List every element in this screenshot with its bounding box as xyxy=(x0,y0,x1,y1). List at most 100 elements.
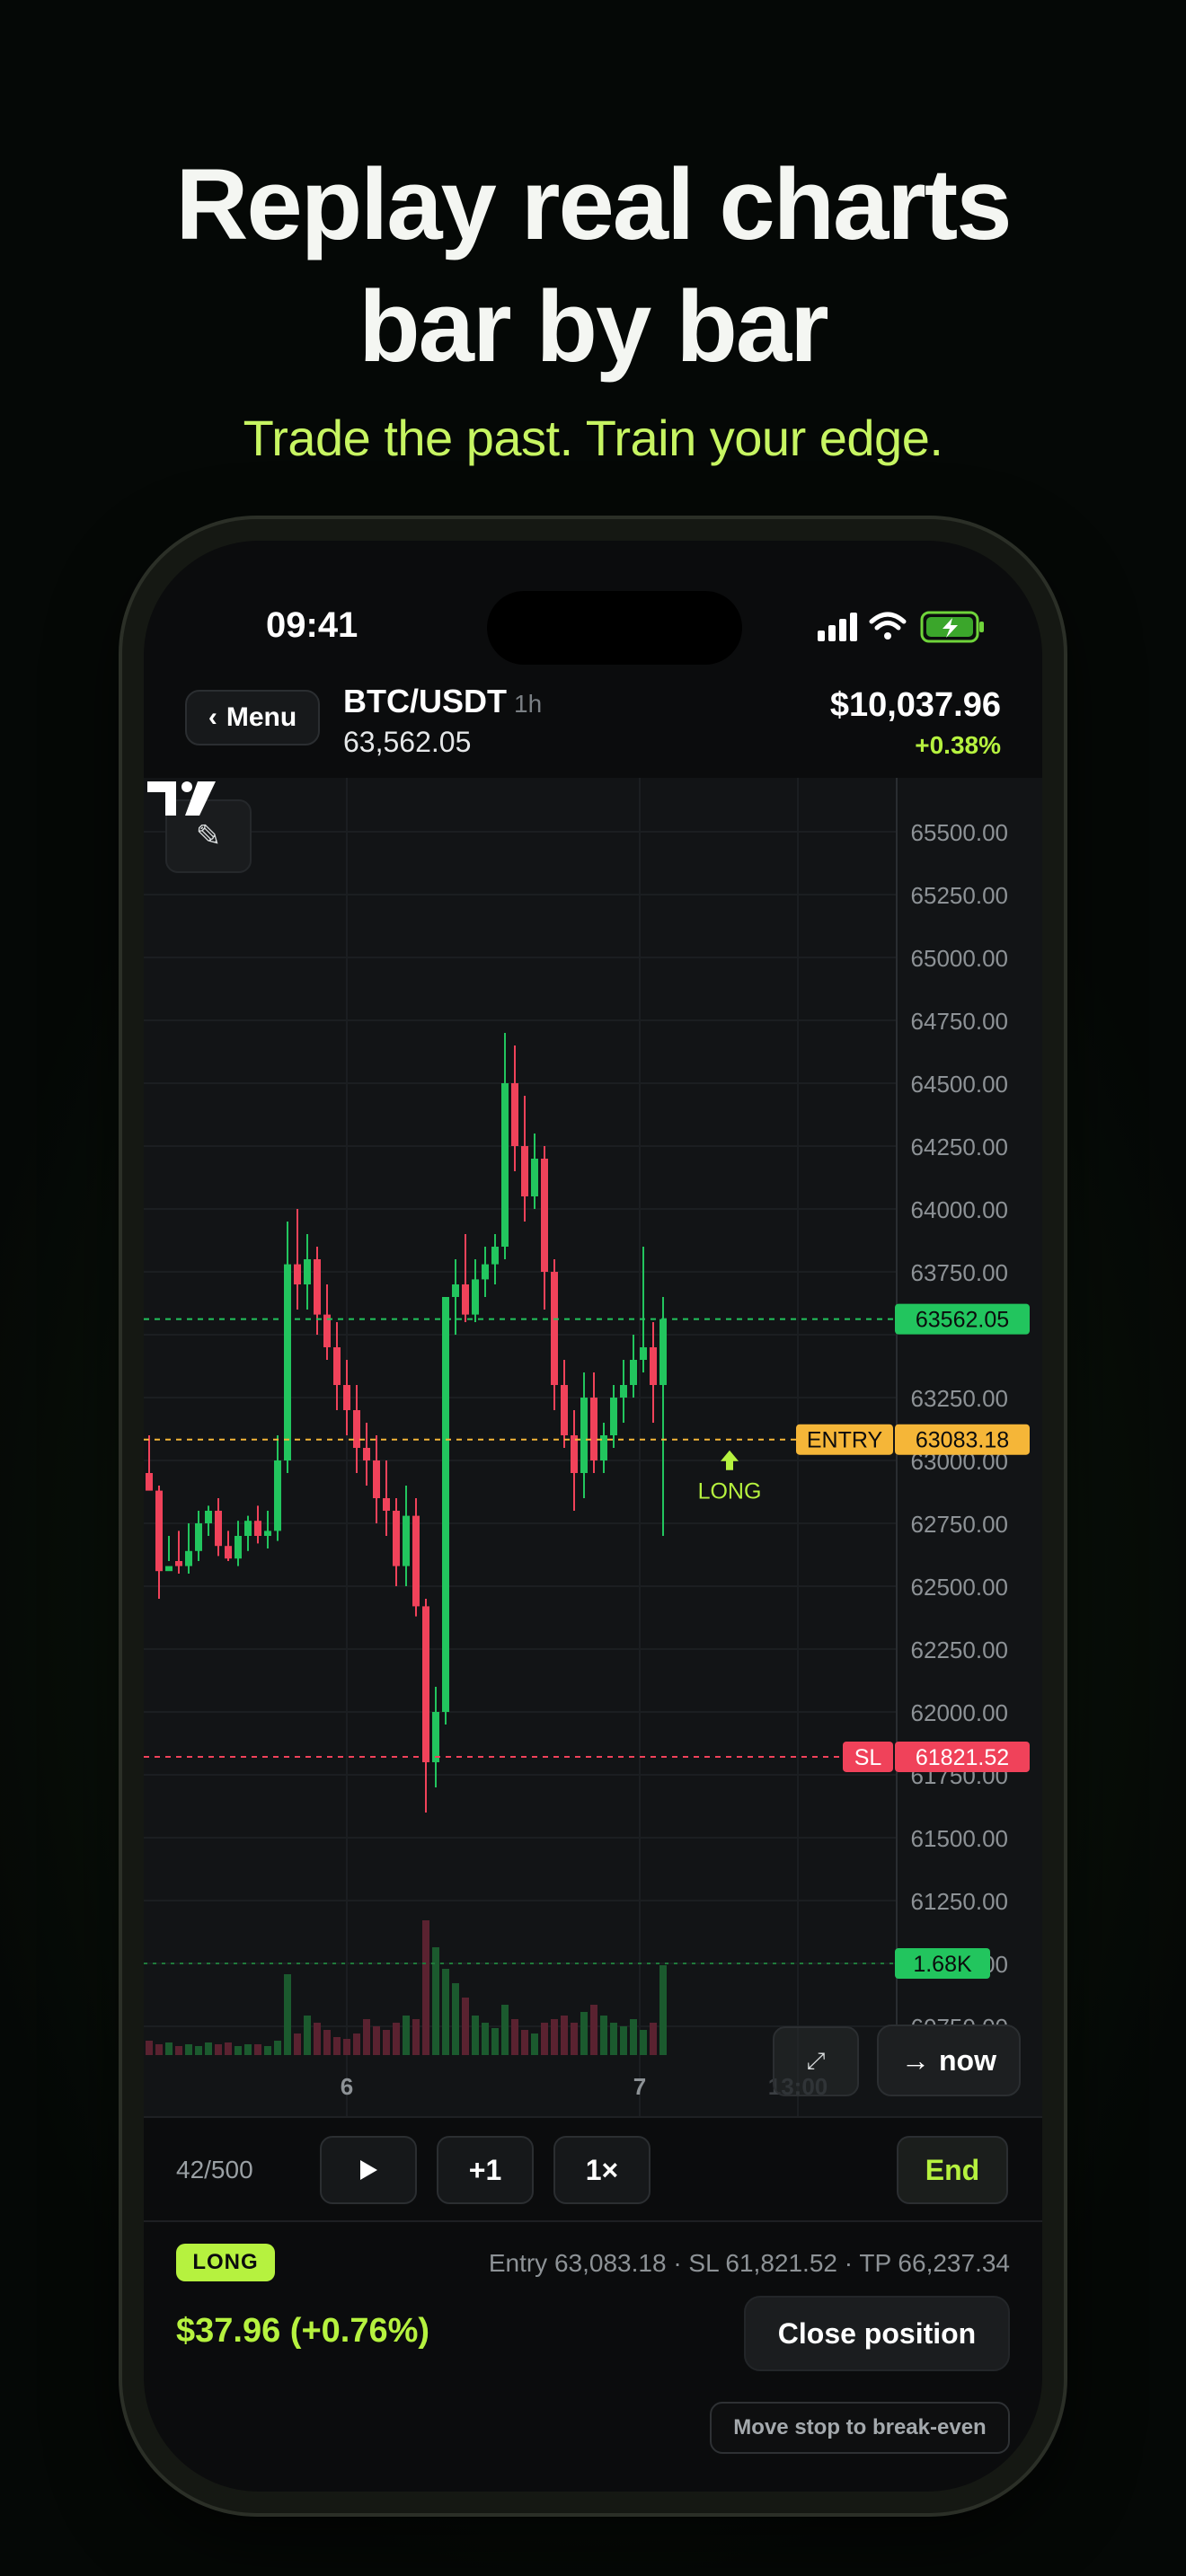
position-tp: TP 66,237.34 xyxy=(859,2249,1010,2277)
volume-bar xyxy=(244,2044,252,2055)
candle-body xyxy=(254,1521,261,1536)
candle-body xyxy=(314,1259,321,1315)
volume-bar xyxy=(482,2023,489,2055)
volume-bar xyxy=(650,2023,657,2055)
candle-body xyxy=(274,1460,281,1531)
candle-body xyxy=(452,1284,459,1297)
status-icons xyxy=(818,611,984,643)
menu-button[interactable]: ‹ Menu xyxy=(185,690,320,745)
volume-bar xyxy=(343,2039,350,2055)
volume-bar xyxy=(353,2033,360,2055)
candle-body xyxy=(640,1347,647,1360)
position-side-badge: LONG xyxy=(176,2244,275,2281)
candle-body xyxy=(175,1561,182,1566)
separator: · xyxy=(673,2249,689,2277)
entry-price-tag: 63083.18 xyxy=(916,1428,1009,1453)
candle-body xyxy=(630,1360,637,1385)
candle-body xyxy=(472,1279,479,1315)
candle-body xyxy=(235,1536,242,1559)
volume-bar xyxy=(304,2016,311,2055)
breakeven-button[interactable]: Move stop to break-even xyxy=(710,2402,1010,2454)
volume-bar xyxy=(610,2023,617,2055)
play-icon xyxy=(360,2160,377,2180)
pair-price: 63,562.05 xyxy=(343,726,472,758)
candle-body xyxy=(541,1159,548,1272)
volume-bar xyxy=(284,1974,291,2055)
volume-bar xyxy=(531,2033,538,2055)
volume-bar xyxy=(314,2023,321,2055)
close-position-button[interactable]: Close position xyxy=(744,2296,1010,2371)
volume-bar xyxy=(373,2026,380,2055)
volume-bar xyxy=(403,2016,410,2055)
price-axis-label: 61500.00 xyxy=(911,1825,1008,1852)
headline-line-2: bar by bar xyxy=(358,270,829,383)
pencil-icon: ✎ xyxy=(195,819,222,853)
volume-bar xyxy=(254,2044,261,2055)
speed-button[interactable]: 1× xyxy=(553,2136,651,2204)
candle-body xyxy=(610,1398,617,1435)
step-forward-button[interactable]: +1 xyxy=(437,2136,534,2204)
price-axis-label: 65500.00 xyxy=(911,819,1008,846)
volume-tag: 1.68K xyxy=(913,1952,972,1977)
price-axis-label: 65000.00 xyxy=(911,945,1008,972)
subheadline: Trade the past. Train your edge. xyxy=(243,410,943,466)
candle-body xyxy=(521,1146,528,1196)
volume-bar xyxy=(462,1998,469,2055)
volume-bar xyxy=(521,2030,528,2055)
candle-body xyxy=(659,1319,667,1385)
price-axis-label: 61250.00 xyxy=(911,1888,1008,1915)
candle-body xyxy=(403,1515,410,1566)
price-axis-label: 64500.00 xyxy=(911,1071,1008,1098)
price-axis-label: 63750.00 xyxy=(911,1259,1008,1286)
pair-title[interactable]: BTC/USDT 1h xyxy=(343,683,542,720)
candle-body xyxy=(264,1531,271,1536)
jump-to-now-button[interactable]: → now xyxy=(877,2025,1021,2096)
volume-bar xyxy=(501,2005,509,2055)
candle-body xyxy=(353,1410,360,1448)
price-axis-label: 64000.00 xyxy=(911,1196,1008,1223)
price-axis-label: 64250.00 xyxy=(911,1134,1008,1160)
now-label: now xyxy=(939,2043,996,2077)
expand-chart-button[interactable]: ⤢ xyxy=(773,2026,859,2096)
dynamic-island xyxy=(487,591,742,665)
candle-body xyxy=(442,1297,449,1712)
candle-body xyxy=(363,1448,370,1460)
expand-icon: ⤢ xyxy=(806,2047,826,2074)
menu-label: Menu xyxy=(226,702,297,732)
volume-bar xyxy=(442,1969,449,2055)
phone-screen: 09:41 ‹ Menu BTC/USDT 1h 63,562.05 $10,0… xyxy=(144,541,1042,2492)
volume-bar xyxy=(630,2019,637,2055)
candle-body xyxy=(422,1606,429,1762)
phone-frame: 09:41 ‹ Menu BTC/USDT 1h 63,562.05 $10,0… xyxy=(122,519,1064,2513)
volume-bar xyxy=(452,1983,459,2055)
volume-bar xyxy=(541,2023,548,2055)
volume-bar xyxy=(561,2016,568,2055)
volume-bar xyxy=(383,2030,390,2055)
volume-bar xyxy=(333,2037,341,2055)
position-details: Entry 63,083.18 · SL 61,821.52 · TP 66,2… xyxy=(489,2249,1010,2278)
candle-body xyxy=(511,1083,518,1146)
volume-bar xyxy=(274,2041,281,2055)
volume-bar xyxy=(165,2042,173,2055)
price-axis-label: 62000.00 xyxy=(911,1699,1008,1726)
price-chart[interactable]: 65500.00 65250.00 65000.00 64750.00 64500.00… xyxy=(144,778,1042,2116)
end-button[interactable]: End xyxy=(897,2136,1008,2204)
candle-body xyxy=(185,1550,192,1566)
volume-bar xyxy=(491,2028,499,2055)
volume-bar xyxy=(146,2041,153,2055)
time-axis-label: 6 xyxy=(341,2073,353,2100)
candle-body xyxy=(225,1546,232,1559)
chart-canvas[interactable]: 65500.00 65250.00 65000.00 64750.00 64500.00… xyxy=(144,778,1042,2116)
candle-body xyxy=(146,1473,153,1491)
candle-body xyxy=(531,1159,538,1196)
volume-bar xyxy=(620,2026,627,2055)
volume-bar xyxy=(363,2019,370,2055)
candle-body xyxy=(491,1247,499,1265)
candle-body xyxy=(304,1259,311,1284)
candle-body xyxy=(373,1460,380,1498)
play-button[interactable] xyxy=(320,2136,417,2204)
balance-change: +0.38% xyxy=(915,731,1001,759)
candle-body xyxy=(195,1523,202,1551)
arrow-right-icon: → xyxy=(901,2043,930,2077)
tradingview-logo xyxy=(147,781,216,816)
